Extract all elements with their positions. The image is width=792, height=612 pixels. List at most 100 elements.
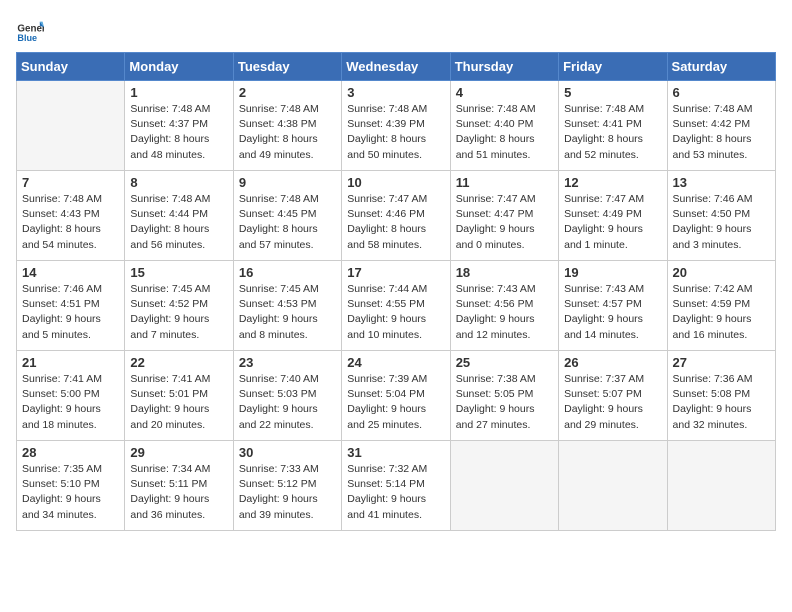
calendar-cell: 1 Sunrise: 7:48 AMSunset: 4:37 PMDaylight… [125, 81, 233, 171]
day-number: 5 [564, 85, 661, 100]
calendar-cell: 3 Sunrise: 7:48 AMSunset: 4:39 PMDaylight… [342, 81, 450, 171]
day-info: Sunrise: 7:48 AMSunset: 4:45 PMDaylight:… [239, 192, 336, 253]
calendar-cell: 9 Sunrise: 7:48 AMSunset: 4:45 PMDaylight… [233, 171, 341, 261]
calendar-cell [667, 441, 775, 531]
day-info: Sunrise: 7:41 AMSunset: 5:00 PMDaylight:… [22, 372, 119, 433]
calendar-cell: 31 Sunrise: 7:32 AMSunset: 5:14 PMDayligh… [342, 441, 450, 531]
day-number: 21 [22, 355, 119, 370]
day-number: 13 [673, 175, 770, 190]
calendar-cell: 12 Sunrise: 7:47 AMSunset: 4:49 PMDayligh… [559, 171, 667, 261]
calendar-cell: 4 Sunrise: 7:48 AMSunset: 4:40 PMDaylight… [450, 81, 558, 171]
day-number: 2 [239, 85, 336, 100]
calendar-cell: 28 Sunrise: 7:35 AMSunset: 5:10 PMDayligh… [17, 441, 125, 531]
week-row-3: 21 Sunrise: 7:41 AMSunset: 5:00 PMDayligh… [17, 351, 776, 441]
calendar-cell: 24Sunrise: 7:39 AMSunset: 5:04 PMDayligh… [342, 351, 450, 441]
calendar-cell: 5 Sunrise: 7:48 AMSunset: 4:41 PMDaylight… [559, 81, 667, 171]
day-info: Sunrise: 7:45 AMSunset: 4:53 PMDaylight:… [239, 282, 336, 343]
calendar-cell: 29Sunrise: 7:34 AMSunset: 5:11 PMDayligh… [125, 441, 233, 531]
calendar-cell: 26 Sunrise: 7:37 AMSunset: 5:07 PMDayligh… [559, 351, 667, 441]
day-info: Sunrise: 7:44 AMSunset: 4:55 PMDaylight:… [347, 282, 444, 343]
day-number: 17 [347, 265, 444, 280]
weekday-header-wednesday: Wednesday [342, 53, 450, 81]
calendar-cell: 2Sunrise: 7:48 AMSunset: 4:38 PMDaylight… [233, 81, 341, 171]
calendar-cell: 18 Sunrise: 7:43 AMSunset: 4:56 PMDayligh… [450, 261, 558, 351]
calendar-cell: 19 Sunrise: 7:43 AMSunset: 4:57 PMDayligh… [559, 261, 667, 351]
day-info: Sunrise: 7:46 AMSunset: 4:50 PMDaylight:… [673, 192, 770, 253]
day-number: 19 [564, 265, 661, 280]
day-number: 23 [239, 355, 336, 370]
weekday-header-monday: Monday [125, 53, 233, 81]
day-number: 11 [456, 175, 553, 190]
day-number: 25 [456, 355, 553, 370]
calendar-cell: 23Sunrise: 7:40 AMSunset: 5:03 PMDayligh… [233, 351, 341, 441]
day-number: 16 [239, 265, 336, 280]
day-info: Sunrise: 7:37 AMSunset: 5:07 PMDaylight:… [564, 372, 661, 433]
weekday-header-row: SundayMondayTuesdayWednesdayThursdayFrid… [17, 53, 776, 81]
svg-text:Blue: Blue [17, 33, 37, 43]
weekday-header-friday: Friday [559, 53, 667, 81]
day-number: 26 [564, 355, 661, 370]
day-number: 18 [456, 265, 553, 280]
calendar-cell: 20 Sunrise: 7:42 AMSunset: 4:59 PMDayligh… [667, 261, 775, 351]
day-info: Sunrise: 7:33 AMSunset: 5:12 PMDaylight:… [239, 462, 336, 523]
calendar-cell: 10Sunrise: 7:47 AMSunset: 4:46 PMDayligh… [342, 171, 450, 261]
day-number: 10 [347, 175, 444, 190]
weekday-header-sunday: Sunday [17, 53, 125, 81]
calendar-cell: 11 Sunrise: 7:47 AMSunset: 4:47 PMDayligh… [450, 171, 558, 261]
day-number: 28 [22, 445, 119, 460]
calendar-cell: 13 Sunrise: 7:46 AMSunset: 4:50 PMDayligh… [667, 171, 775, 261]
day-number: 24 [347, 355, 444, 370]
calendar-cell: 30Sunrise: 7:33 AMSunset: 5:12 PMDayligh… [233, 441, 341, 531]
day-number: 20 [673, 265, 770, 280]
day-info: Sunrise: 7:35 AMSunset: 5:10 PMDaylight:… [22, 462, 119, 523]
calendar-cell: 6Sunrise: 7:48 AMSunset: 4:42 PMDaylight… [667, 81, 775, 171]
day-number: 12 [564, 175, 661, 190]
day-number: 6 [673, 85, 770, 100]
day-info: Sunrise: 7:42 AMSunset: 4:59 PMDaylight:… [673, 282, 770, 343]
day-number: 7 [22, 175, 119, 190]
day-info: Sunrise: 7:46 AMSunset: 4:51 PMDaylight:… [22, 282, 119, 343]
day-info: Sunrise: 7:41 AMSunset: 5:01 PMDaylight:… [130, 372, 227, 433]
calendar-cell: 17 Sunrise: 7:44 AMSunset: 4:55 PMDayligh… [342, 261, 450, 351]
calendar-cell: 27Sunrise: 7:36 AMSunset: 5:08 PMDayligh… [667, 351, 775, 441]
week-row-2: 14Sunrise: 7:46 AMSunset: 4:51 PMDayligh… [17, 261, 776, 351]
day-number: 8 [130, 175, 227, 190]
day-number: 22 [130, 355, 227, 370]
day-number: 15 [130, 265, 227, 280]
day-number: 1 [130, 85, 227, 100]
day-info: Sunrise: 7:45 AMSunset: 4:52 PMDaylight:… [130, 282, 227, 343]
day-info: Sunrise: 7:47 AMSunset: 4:47 PMDaylight:… [456, 192, 553, 253]
calendar-cell: 14Sunrise: 7:46 AMSunset: 4:51 PMDayligh… [17, 261, 125, 351]
calendar-cell: 25 Sunrise: 7:38 AMSunset: 5:05 PMDayligh… [450, 351, 558, 441]
day-info: Sunrise: 7:43 AMSunset: 4:56 PMDaylight:… [456, 282, 553, 343]
day-info: Sunrise: 7:43 AMSunset: 4:57 PMDaylight:… [564, 282, 661, 343]
calendar-cell [559, 441, 667, 531]
day-info: Sunrise: 7:48 AMSunset: 4:41 PMDaylight:… [564, 102, 661, 163]
calendar-cell [450, 441, 558, 531]
day-info: Sunrise: 7:48 AMSunset: 4:44 PMDaylight:… [130, 192, 227, 253]
day-number: 9 [239, 175, 336, 190]
day-info: Sunrise: 7:34 AMSunset: 5:11 PMDaylight:… [130, 462, 227, 523]
weekday-header-tuesday: Tuesday [233, 53, 341, 81]
week-row-0: 1 Sunrise: 7:48 AMSunset: 4:37 PMDaylight… [17, 81, 776, 171]
logo: General Blue [16, 16, 44, 44]
calendar-cell: 21 Sunrise: 7:41 AMSunset: 5:00 PMDayligh… [17, 351, 125, 441]
logo-icon: General Blue [16, 16, 44, 44]
day-info: Sunrise: 7:48 AMSunset: 4:40 PMDaylight:… [456, 102, 553, 163]
day-info: Sunrise: 7:48 AMSunset: 4:37 PMDaylight:… [130, 102, 227, 163]
calendar-cell: 16 Sunrise: 7:45 AMSunset: 4:53 PMDayligh… [233, 261, 341, 351]
day-number: 31 [347, 445, 444, 460]
week-row-4: 28 Sunrise: 7:35 AMSunset: 5:10 PMDayligh… [17, 441, 776, 531]
day-info: Sunrise: 7:48 AMSunset: 4:39 PMDaylight:… [347, 102, 444, 163]
weekday-header-thursday: Thursday [450, 53, 558, 81]
day-number: 3 [347, 85, 444, 100]
day-number: 4 [456, 85, 553, 100]
day-info: Sunrise: 7:38 AMSunset: 5:05 PMDaylight:… [456, 372, 553, 433]
day-info: Sunrise: 7:32 AMSunset: 5:14 PMDaylight:… [347, 462, 444, 523]
weekday-header-saturday: Saturday [667, 53, 775, 81]
calendar-cell [17, 81, 125, 171]
day-info: Sunrise: 7:36 AMSunset: 5:08 PMDaylight:… [673, 372, 770, 433]
day-info: Sunrise: 7:48 AMSunset: 4:43 PMDaylight:… [22, 192, 119, 253]
calendar-cell: 8 Sunrise: 7:48 AMSunset: 4:44 PMDaylight… [125, 171, 233, 261]
day-info: Sunrise: 7:47 AMSunset: 4:49 PMDaylight:… [564, 192, 661, 253]
